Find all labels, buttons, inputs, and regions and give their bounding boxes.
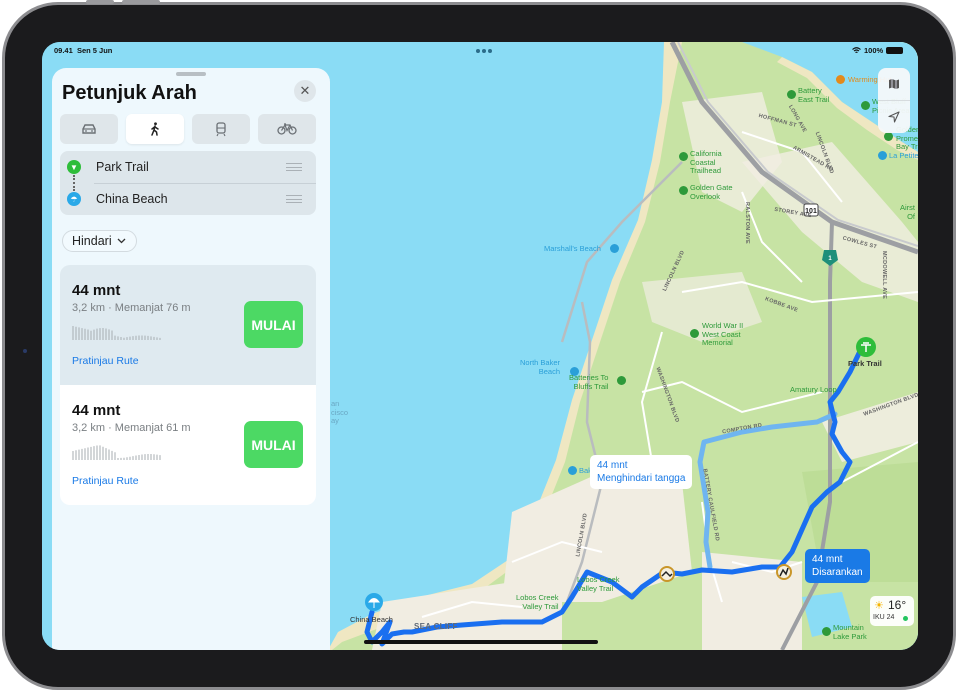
poi-lobos-creek-trail[interactable]: Lobos Creek Valley Trail (577, 575, 620, 593)
neighborhood-sea-cliff: SEA CLIFF (414, 622, 458, 631)
poi-golden-gate-overlook[interactable]: Golden Gate Overlook (690, 183, 733, 201)
car-icon (82, 124, 96, 134)
trail-icon[interactable] (884, 132, 893, 141)
route-stops: ▼ Park Trail ☂ China Beach (60, 151, 316, 215)
poi-north-baker-beach[interactable]: North Baker Beach (520, 358, 560, 376)
picnic-icon[interactable] (861, 101, 870, 110)
alternate-route-note: Menghindari tangga (597, 473, 686, 484)
beach-icon[interactable] (610, 244, 619, 253)
status-date: Sen 5 Jun (76, 46, 113, 55)
poi-battery-east-trail[interactable]: Battery East Trail (798, 86, 829, 104)
recommended-route-duration: 44 mnt (812, 554, 843, 565)
stop-end-label: China Beach (96, 191, 168, 206)
multitasking-dots[interactable] (476, 49, 492, 53)
map-mode-button[interactable] (878, 68, 910, 100)
status-clock: 09.41 (54, 46, 73, 55)
route-info: 3,2 km · Memanjat 61 m (72, 422, 191, 434)
battery-percent: 100% (864, 46, 884, 55)
street-mcdowell: MCDOWELL AVE (881, 250, 888, 300)
panel-grabber[interactable] (176, 72, 206, 76)
poi-batteries-to-bluffs[interactable]: Batteries To Bluffs Trail (569, 373, 608, 391)
start-button[interactable]: MULAI (244, 421, 303, 468)
stop-end[interactable]: ☂ China Beach (60, 183, 316, 215)
reorder-handle-icon[interactable] (286, 195, 302, 203)
elevation-profile (72, 445, 161, 460)
beach-pin-icon: ☂ (67, 192, 81, 206)
map-icon (889, 79, 899, 89)
trailhead-icon[interactable] (679, 152, 688, 161)
panel-title: Petunjuk Arah (62, 82, 197, 104)
air-quality-index: IKU 24 (873, 614, 895, 621)
transport-mode-tabs (60, 114, 316, 144)
elevation-profile (72, 326, 161, 340)
close-icon: ✕ (299, 83, 311, 98)
chevron-down-icon (117, 238, 126, 244)
train-icon (216, 121, 226, 136)
avoid-dropdown[interactable]: Hindari (62, 230, 137, 252)
route-option[interactable]: 44 mnt 3,2 km · Memanjat 61 m MULAI Prat… (60, 385, 316, 505)
tab-transit[interactable] (192, 114, 250, 144)
park-pin-icon: ▼ (67, 160, 81, 174)
route-preview-link[interactable]: Pratinjau Rute (72, 475, 139, 487)
alternate-route-callout[interactable]: 44 mnt Menghindari tangga (590, 455, 693, 489)
park-trail-label[interactable]: Park Trail (848, 359, 882, 369)
park-icon[interactable] (822, 627, 831, 636)
trail-icon[interactable] (617, 376, 626, 385)
memorial-icon[interactable] (690, 329, 699, 338)
tab-cycle[interactable] (258, 114, 316, 144)
map-controls (878, 68, 910, 133)
poi-amatury-loop[interactable]: Amatury Loop (790, 385, 837, 395)
bicycle-icon (277, 123, 297, 135)
screen: 101 1 Golden Gate Bridge Welcome Center … (42, 42, 918, 650)
locate-me-button[interactable] (878, 101, 910, 133)
tab-drive[interactable] (60, 114, 118, 144)
volume-button (122, 0, 160, 4)
status-right: 100% (852, 46, 904, 55)
sun-icon: ☀ (874, 600, 884, 612)
stop-start[interactable]: ▼ Park Trail (60, 151, 316, 183)
tab-walk[interactable] (126, 114, 184, 144)
camera-dot (23, 349, 27, 353)
poi-marshalls-beach[interactable]: Marshall's Beach (544, 244, 601, 254)
overlook-icon[interactable] (679, 186, 688, 195)
aqi-status-dot (903, 616, 908, 621)
poi-airstrip[interactable]: Airst Of (900, 203, 915, 221)
location-arrow-icon (888, 111, 900, 123)
home-indicator[interactable] (364, 640, 598, 644)
recommended-route-callout[interactable]: 44 mnt Disarankan (805, 549, 870, 583)
route-option[interactable]: 44 mnt 3,2 km · Memanjat 76 m MULAI Prat… (60, 265, 316, 385)
poi-la-petite-baleen[interactable]: La Petite Baleen (889, 151, 918, 161)
trail-icon[interactable] (787, 90, 796, 99)
alternate-route-duration: 44 mnt (597, 460, 628, 471)
route-info: 3,2 km · Memanjat 76 m (72, 302, 191, 314)
street-ralston: RALSTON AVE (744, 201, 751, 245)
close-button[interactable]: ✕ (294, 80, 316, 102)
sf-bay-label: an cisco ay (331, 399, 349, 425)
reorder-handle-icon[interactable] (286, 163, 302, 171)
volume-button (86, 0, 114, 4)
poi-mountain-lake-park[interactable]: Mountain Lake Park (833, 623, 867, 641)
route-duration: 44 mnt (72, 402, 121, 419)
poi-ww2-memorial[interactable]: World War II West Coast Memorial (702, 321, 743, 348)
weather-temperature: 16° (888, 598, 907, 612)
status-time: 09.41 Sen 5 Jun (54, 46, 112, 55)
avoid-label: Hindari (72, 234, 112, 248)
battery-icon (886, 47, 904, 54)
wifi-icon (852, 47, 861, 53)
china-beach-label[interactable]: China Beach (350, 615, 393, 625)
artwork-icon[interactable] (878, 151, 887, 160)
start-button[interactable]: MULAI (244, 301, 303, 348)
cafe-icon[interactable] (836, 75, 845, 84)
directions-panel: Petunjuk Arah ✕ ▼ Park Trail ☂ China Bea… (52, 68, 330, 650)
poi-lobos-creek-trail-2[interactable]: Lobos Creek Valley Trail (516, 593, 559, 611)
recommended-route-note: Disarankan (812, 567, 863, 578)
beach-icon[interactable] (568, 466, 577, 475)
weather-widget[interactable]: ☀ 16° IKU 24 (870, 596, 914, 626)
route-preview-link[interactable]: Pratinjau Rute (72, 355, 139, 367)
stop-start-label: Park Trail (96, 159, 149, 174)
walking-icon (151, 122, 159, 136)
route-duration: 44 mnt (72, 282, 121, 299)
route-options: 44 mnt 3,2 km · Memanjat 76 m MULAI Prat… (60, 265, 316, 505)
poi-california-coastal-trailhead[interactable]: California Coastal Trailhead (690, 149, 722, 176)
